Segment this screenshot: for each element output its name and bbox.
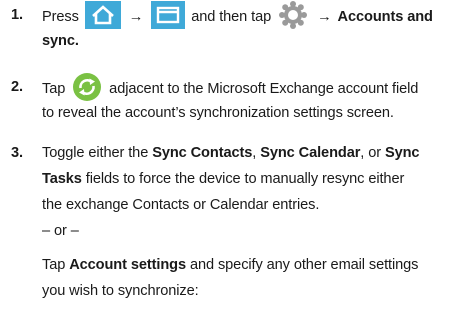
step-line: Tasks fields to force the device to manu…: [42, 166, 467, 192]
sync-label: sync.: [42, 33, 79, 49]
step-line: the exchange Contacts or Calendar entrie…: [42, 197, 320, 213]
sync-icon: [72, 72, 102, 102]
step-line: Toggle either the Sync Contacts, Sync Ca…: [42, 140, 467, 166]
tap-text: Tap: [42, 80, 66, 97]
step-line: you wish to synchronize:: [42, 283, 199, 299]
or-separator: – or –: [42, 223, 79, 239]
step-line: Tap Account settings and specify any oth…: [42, 252, 467, 278]
fields-text: fields to force the device to manually r…: [85, 171, 405, 187]
toggle-text: Toggle either the: [42, 145, 149, 161]
home-icon: [84, 1, 121, 29]
account-settings-label: Account settings: [69, 257, 186, 273]
step-line: Press → and then tap → Accounts and: [42, 0, 467, 30]
press-text: Press: [42, 8, 79, 25]
step-text: Tap adjacent to the Microsoft Exchange a…: [42, 72, 467, 126]
arrow-glyph: →: [128, 8, 144, 25]
step-number: 2.: [11, 79, 23, 95]
step-line: sync.: [42, 28, 467, 54]
step-number: 3.: [11, 145, 23, 161]
step-text: Toggle either the Sync Contacts, Sync Ca…: [42, 140, 467, 304]
or-text: , or: [360, 145, 381, 161]
sync-calendar-label: Sync Calendar: [260, 145, 361, 161]
adjacent-text: adjacent to the Microsoft Exchange accou…: [109, 80, 419, 97]
arrow-glyph: →: [317, 8, 332, 25]
step-line: Tap adjacent to the Microsoft Exchange a…: [42, 72, 467, 102]
step-line: to reveal the account’s synchronization …: [42, 105, 394, 121]
menu-icon: [151, 1, 186, 29]
tap-text: Tap: [42, 257, 66, 273]
accounts-and-sync-label: Accounts and: [337, 8, 433, 25]
sync-tasks-label-part2: Tasks: [42, 171, 82, 187]
instruction-page: 1. Press → and then tap → Accounts and s…: [0, 0, 473, 318]
step-text: Press → and then tap → Accounts and sync…: [42, 0, 467, 54]
step-number: 1.: [11, 7, 23, 23]
comma-text: ,: [252, 145, 257, 161]
gear-icon: [278, 0, 308, 30]
specify-text: and specify any other email settings: [189, 257, 419, 273]
sync-tasks-label-part1: Sync: [384, 145, 420, 161]
and-then-tap-text: and then tap: [191, 8, 272, 25]
sync-contacts-label: Sync Contacts: [152, 145, 253, 161]
